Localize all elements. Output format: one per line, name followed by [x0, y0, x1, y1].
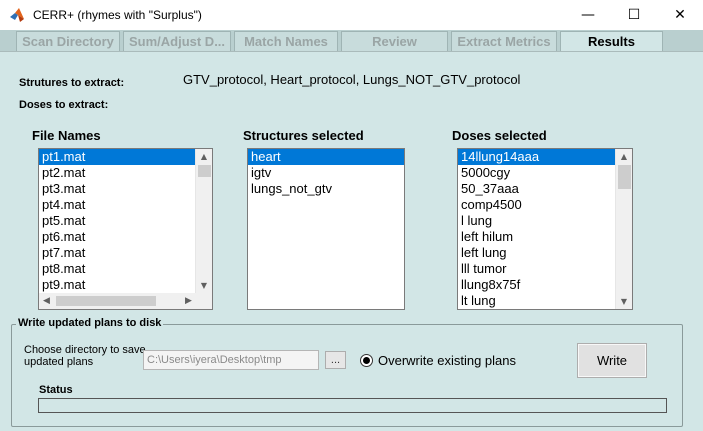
scroll-thumb[interactable]: [618, 165, 631, 189]
list-item[interactable]: pt4.mat: [39, 197, 212, 213]
list-item[interactable]: pt1.mat: [39, 149, 212, 165]
list-item[interactable]: pt5.mat: [39, 213, 212, 229]
write-plans-group-title: Write updated plans to disk: [16, 317, 164, 329]
doses-list-vertical-scrollbar[interactable]: ▲ ▼: [615, 149, 632, 309]
file-list-horizontal-scrollbar[interactable]: ◀ ▶: [39, 293, 196, 309]
tab-review[interactable]: Review: [341, 31, 448, 51]
tab-bar: Scan Directory Sum/Adjust D... Match Nam…: [0, 30, 703, 51]
status-label: Status: [39, 384, 73, 396]
scroll-up-icon[interactable]: ▲: [196, 149, 212, 164]
scrollbar-corner: [195, 293, 212, 309]
list-item[interactable]: llung8x75f: [458, 277, 632, 293]
list-item[interactable]: heart: [248, 149, 404, 165]
file-names-listbox[interactable]: pt1.mat pt2.mat pt3.mat pt4.mat pt5.mat …: [38, 148, 213, 310]
file-names-header: File Names: [32, 128, 101, 143]
title-bar: CERR+ (rhymes with "Surplus") — ☐ ✕: [0, 0, 703, 30]
list-item[interactable]: left lung: [458, 245, 632, 261]
overwrite-label[interactable]: Overwrite existing plans: [378, 353, 516, 368]
list-item[interactable]: pt6.mat: [39, 229, 212, 245]
list-item[interactable]: pt9.mat: [39, 277, 212, 293]
tab-extract-metrics[interactable]: Extract Metrics: [451, 31, 557, 51]
scroll-left-icon[interactable]: ◀: [39, 293, 54, 309]
matlab-logo-icon: [10, 8, 24, 22]
doses-to-extract-label: Doses to extract:: [19, 99, 109, 111]
tab-sum-adjust[interactable]: Sum/Adjust D...: [123, 31, 231, 51]
structures-selected-header: Structures selected: [243, 128, 364, 143]
list-item[interactable]: left hilum: [458, 229, 632, 245]
doses-selected-header: Doses selected: [452, 128, 547, 143]
structures-to-extract-label: Strutures to extract:: [19, 77, 125, 89]
maximize-button[interactable]: ☐: [611, 0, 657, 30]
list-item[interactable]: lungs_not_gtv: [248, 181, 404, 197]
choose-directory-label: Choose directory to save updated plans: [24, 344, 146, 368]
save-directory-input[interactable]: C:\Users\iyera\Desktop\tmp: [143, 350, 319, 370]
list-item[interactable]: 14llung14aaa: [458, 149, 615, 165]
write-button[interactable]: Write: [577, 343, 647, 378]
scroll-down-icon[interactable]: ▼: [196, 278, 212, 293]
tab-match-names[interactable]: Match Names: [234, 31, 338, 51]
results-panel: Strutures to extract: GTV_protocol, Hear…: [0, 51, 703, 431]
list-item[interactable]: comp4500: [458, 197, 632, 213]
scroll-thumb[interactable]: [56, 296, 156, 306]
overwrite-radio[interactable]: [360, 354, 373, 367]
close-button[interactable]: ✕: [657, 0, 703, 30]
scroll-up-icon[interactable]: ▲: [616, 149, 632, 164]
structures-selected-listbox[interactable]: heart igtv lungs_not_gtv: [247, 148, 405, 310]
scroll-down-icon[interactable]: ▼: [616, 294, 632, 309]
list-item[interactable]: igtv: [248, 165, 404, 181]
list-item[interactable]: pt2.mat: [39, 165, 212, 181]
tab-results[interactable]: Results: [560, 31, 663, 51]
list-item[interactable]: pt7.mat: [39, 245, 212, 261]
file-list-vertical-scrollbar[interactable]: ▲ ▼: [195, 149, 212, 293]
tab-scan-directory[interactable]: Scan Directory: [16, 31, 120, 51]
list-item[interactable]: lt lung: [458, 293, 632, 309]
list-item[interactable]: pt8.mat: [39, 261, 212, 277]
minimize-button[interactable]: —: [565, 0, 611, 30]
radio-selected-dot: [363, 357, 370, 364]
list-item[interactable]: lll tumor: [458, 261, 632, 277]
list-item[interactable]: l lung: [458, 213, 632, 229]
browse-directory-button[interactable]: ...: [325, 351, 346, 369]
structures-to-extract-value: GTV_protocol, Heart_protocol, Lungs_NOT_…: [183, 72, 521, 87]
list-item[interactable]: 50_37aaa: [458, 181, 632, 197]
doses-selected-listbox[interactable]: 14llung14aaa 5000cgy 50_37aaa comp4500 l…: [457, 148, 633, 310]
list-item[interactable]: 5000cgy: [458, 165, 632, 181]
scroll-right-icon[interactable]: ▶: [181, 293, 196, 309]
scroll-thumb[interactable]: [198, 165, 211, 177]
list-item[interactable]: pt3.mat: [39, 181, 212, 197]
window-title: CERR+ (rhymes with "Surplus"): [33, 8, 202, 22]
status-bar: [38, 398, 667, 413]
